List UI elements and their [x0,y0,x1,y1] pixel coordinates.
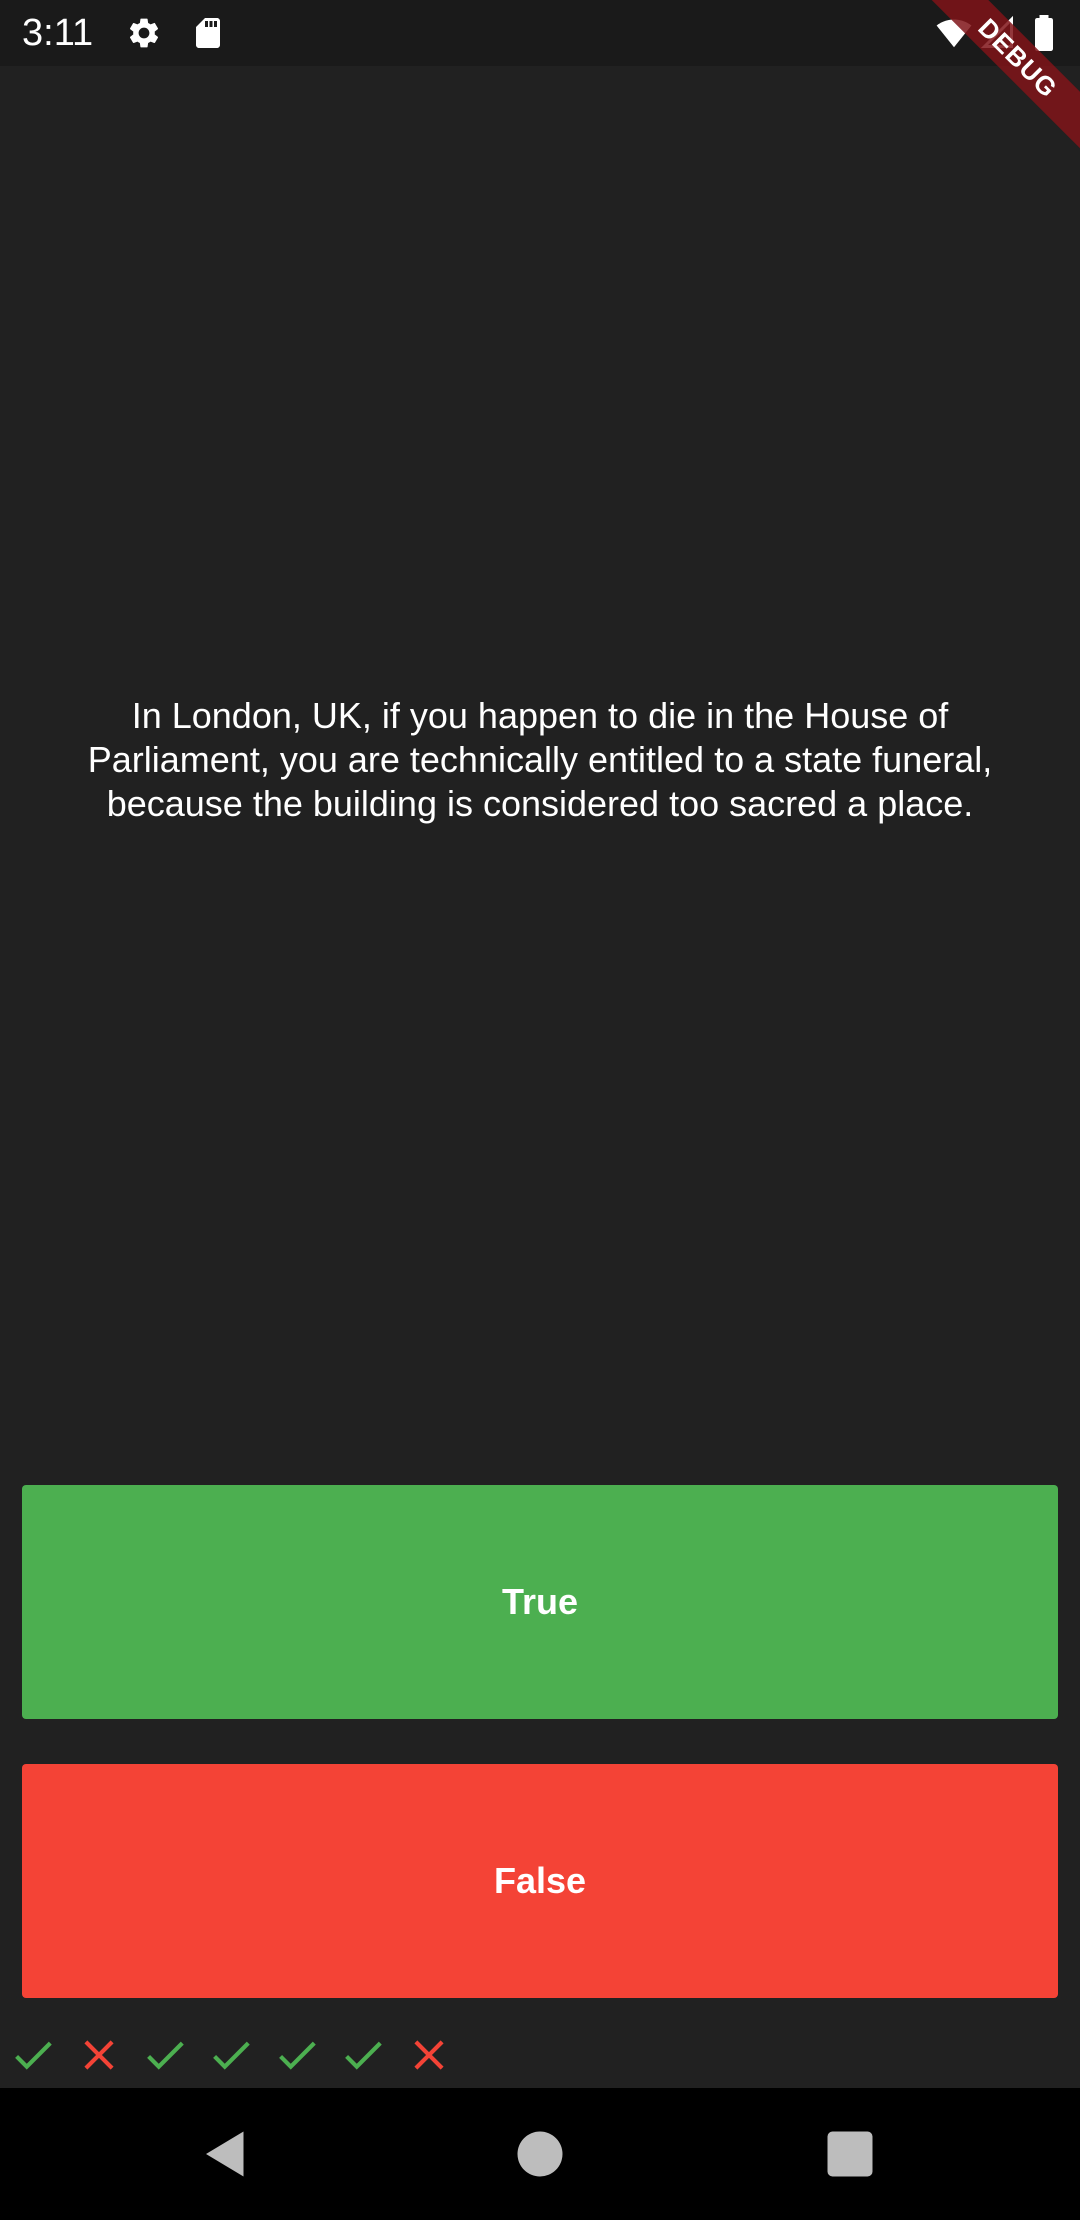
score-keeper [8,2030,470,2080]
settings-icon [126,15,162,51]
true-button-label: True [501,1581,579,1622]
sd-card-icon [190,15,226,51]
recents-icon[interactable] [820,2124,880,2184]
false-button-label: False [493,1860,587,1901]
check-icon [272,2030,322,2080]
status-time: 3:11 [22,12,94,54]
status-bar: 3:11 [0,0,1080,66]
question-text: In London, UK, if you happen to die in t… [87,695,993,824]
back-icon[interactable] [196,2124,256,2184]
true-button[interactable]: True [22,1485,1058,1719]
check-icon [8,2030,58,2080]
debug-banner-label: DEBUG [920,0,1080,157]
debug-banner: DEBUG [920,0,1080,160]
cross-icon [404,2030,454,2080]
home-icon[interactable] [510,2124,570,2184]
cross-icon [74,2030,124,2080]
check-icon [338,2030,388,2080]
check-icon [140,2030,190,2080]
check-icon [206,2030,256,2080]
navigation-bar [0,2088,1080,2220]
false-button[interactable]: False [22,1764,1058,1998]
